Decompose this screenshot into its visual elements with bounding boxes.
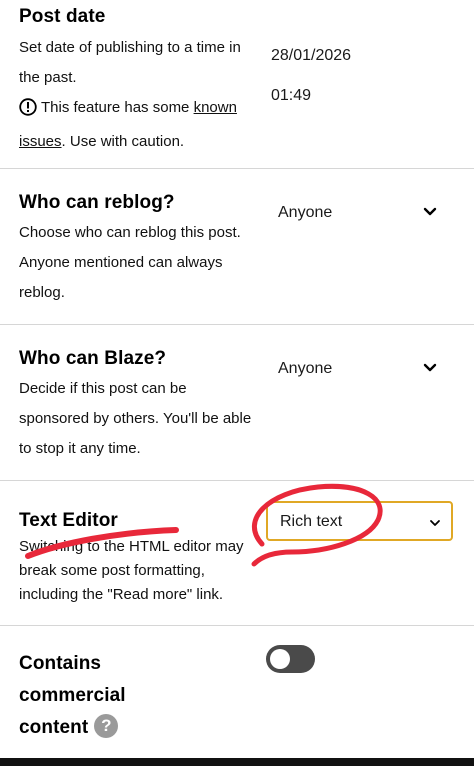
help-icon[interactable]: ? [94, 714, 119, 738]
post-date-description: Set date of publishing to a time in the … [19, 33, 241, 157]
issues-link[interactable]: issues [19, 133, 62, 150]
reblog-title: Who can reblog? [19, 192, 175, 213]
commercial-title: Contains commercial content? [19, 648, 126, 744]
warning-icon [19, 97, 37, 127]
post-date-warning: This feature has some known [19, 93, 241, 127]
blaze-select-value[interactable]: Anyone [278, 360, 332, 378]
text-editor-desc-line3: including the "Read more" link. [19, 586, 224, 603]
post-date-warning-line2: issues. Use with caution. [19, 127, 241, 157]
text-editor-description: Switching to the HTML editor may break s… [19, 535, 244, 607]
blaze-desc-line1: Decide if this post can be [19, 380, 187, 397]
post-date-desc-line2: the past. [19, 69, 77, 86]
blaze-description: Decide if this post can be sponsored by … [19, 374, 251, 464]
divider [0, 324, 474, 325]
reblog-desc-line1: Choose who can reblog this post. [19, 224, 241, 241]
reblog-select-value[interactable]: Anyone [278, 204, 332, 222]
post-date-title: Post date [19, 6, 106, 27]
divider [0, 625, 474, 626]
warning-text: This feature has some [41, 99, 194, 116]
post-date-date-value[interactable]: 28/01/2026 [271, 47, 351, 65]
commercial-title-line1: Contains [19, 653, 102, 674]
bottom-edge-bar [0, 758, 474, 766]
text-editor-select-value: Rich text [280, 513, 343, 530]
text-editor-desc-line1: Switching to the HTML editor may [19, 538, 244, 555]
blaze-desc-line2: sponsored by others. You'll be able [19, 410, 252, 427]
reblog-desc-line2: Anyone mentioned can always [19, 254, 223, 271]
chevron-down-icon[interactable] [422, 360, 438, 376]
text-editor-title: Text Editor [19, 510, 118, 531]
warning-suffix: . Use with caution. [61, 133, 185, 150]
post-date-time-value[interactable]: 01:49 [271, 87, 311, 105]
post-date-desc-line1: Set date of publishing to a time in [19, 39, 241, 56]
chevron-down-icon [430, 520, 440, 526]
blaze-title: Who can Blaze? [19, 348, 167, 369]
divider [0, 168, 474, 169]
commercial-title-line2: commercial [19, 685, 126, 706]
reblog-desc-line3: reblog. [19, 284, 65, 301]
divider [0, 480, 474, 481]
commercial-content-toggle[interactable] [266, 645, 315, 673]
text-editor-select[interactable]: Rich text [266, 501, 453, 541]
text-editor-desc-line2: break some post formatting, [19, 562, 205, 579]
toggle-knob [270, 649, 290, 669]
commercial-title-line3: content? [19, 712, 126, 744]
reblog-description: Choose who can reblog this post. Anyone … [19, 218, 241, 308]
known-issues-link[interactable]: known [194, 99, 237, 116]
blaze-desc-line3: to stop it any time. [19, 440, 141, 457]
chevron-down-icon[interactable] [422, 204, 438, 220]
commercial-title-line3-text: content [19, 717, 89, 738]
